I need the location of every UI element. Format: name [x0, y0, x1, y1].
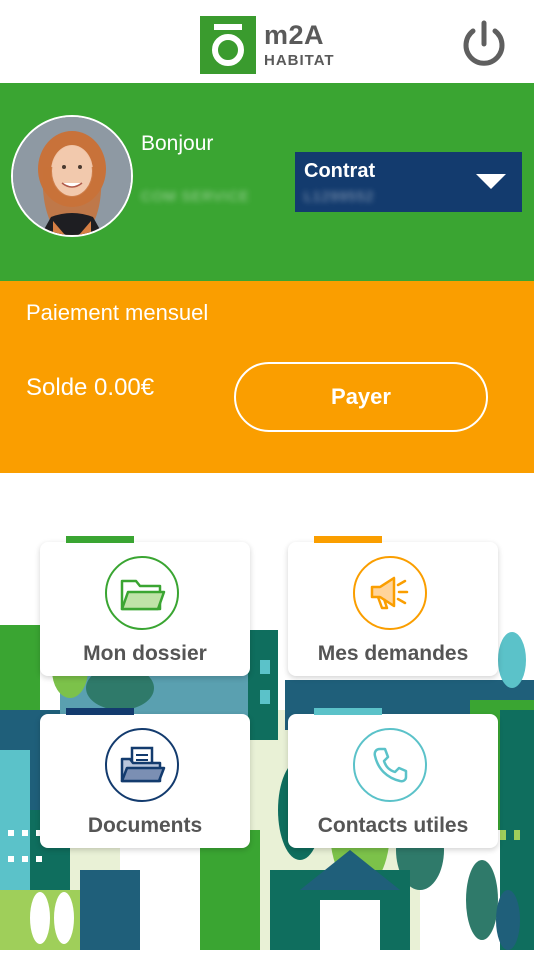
- tile-contacts-utiles[interactable]: Contacts utiles: [288, 708, 498, 848]
- tile-label: Mon dossier: [83, 642, 207, 665]
- tile-accent-bar: [314, 536, 382, 543]
- tile-label: Contacts utiles: [317, 814, 469, 837]
- greeting-text: Bonjour: [141, 132, 214, 155]
- folder-icon: [105, 556, 179, 630]
- tile-label: Mes demandes: [317, 642, 469, 665]
- documents-icon: [105, 728, 179, 802]
- app-header: m2A HABITAT: [0, 0, 534, 83]
- user-name: COM SERVICE: [141, 188, 250, 204]
- pay-button[interactable]: Payer: [234, 362, 488, 432]
- payment-title: Paiement mensuel: [26, 300, 209, 325]
- tile-accent-bar: [66, 536, 134, 543]
- tile-mon-dossier[interactable]: Mon dossier: [40, 536, 250, 676]
- contract-number: L1299552: [304, 188, 375, 204]
- tile-label: Documents: [87, 814, 203, 837]
- megaphone-icon: [353, 556, 427, 630]
- logo-mark: [200, 16, 256, 74]
- tile-documents[interactable]: Documents: [40, 708, 250, 848]
- tile-accent-bar: [314, 708, 382, 715]
- avatar: [11, 115, 133, 237]
- logo-main-text: m2A: [264, 20, 325, 50]
- m2a-habitat-logo: m2A HABITAT: [200, 16, 335, 74]
- tile-mes-demandes[interactable]: Mes demandes: [288, 536, 498, 676]
- logo-sub-text: HABITAT: [264, 52, 335, 69]
- contract-label: Contrat: [304, 160, 376, 182]
- power-icon[interactable]: [458, 18, 510, 70]
- chevron-down-icon: [476, 174, 506, 189]
- tile-accent-bar: [66, 708, 134, 715]
- phone-icon: [353, 728, 427, 802]
- balance-text: Solde 0.00€: [26, 374, 155, 401]
- contract-dropdown[interactable]: Contrat L1299552: [295, 152, 522, 212]
